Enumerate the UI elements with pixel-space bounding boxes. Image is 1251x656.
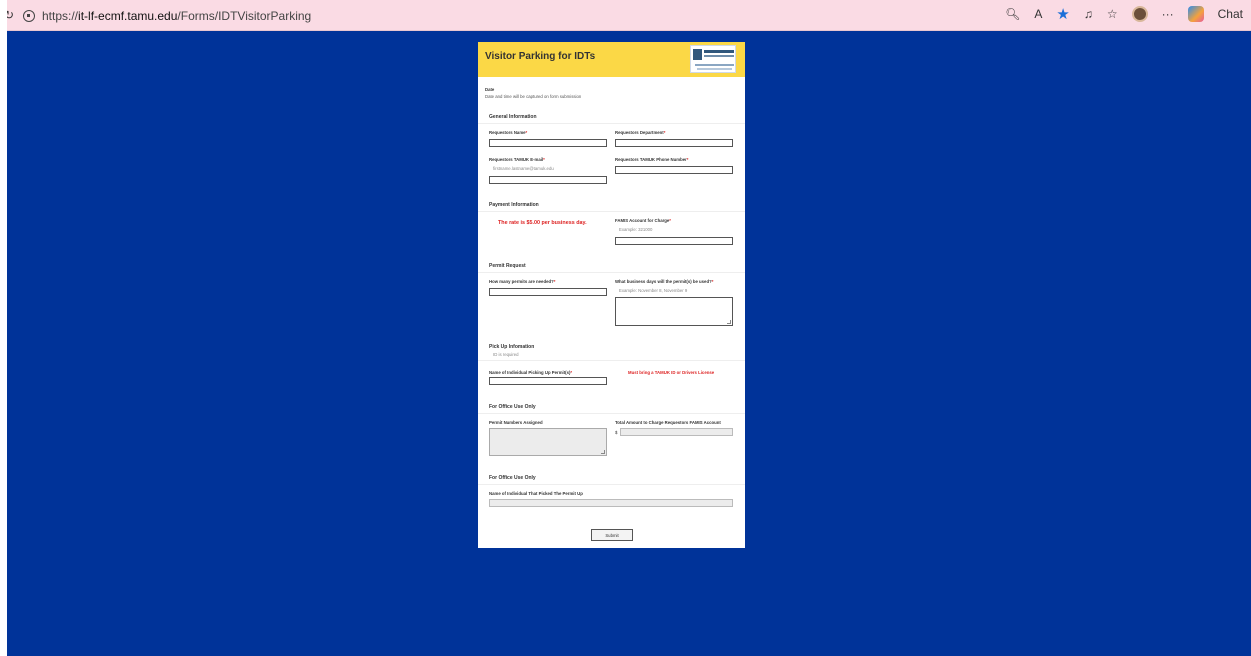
permit-days-hint: Example: November 8, November 9 bbox=[619, 288, 688, 293]
section-office-heading-2: For Office Use Only bbox=[489, 475, 536, 481]
requestor-department-input[interactable] bbox=[615, 139, 733, 147]
permit-days-textarea[interactable] bbox=[615, 297, 733, 326]
university-logo bbox=[690, 45, 736, 73]
famis-account-input[interactable] bbox=[615, 237, 733, 245]
divider bbox=[478, 211, 745, 212]
window-edge bbox=[0, 0, 7, 656]
total-amount-input[interactable] bbox=[620, 428, 733, 436]
extensions-icon[interactable]: ♫ bbox=[1084, 7, 1093, 21]
divider bbox=[478, 272, 745, 273]
currency-symbol: $ bbox=[615, 430, 618, 435]
section-payment-heading: Payment Information bbox=[489, 202, 539, 208]
date-hint: Date and time will be captured on form s… bbox=[485, 94, 582, 99]
famis-account-hint: Example: 321000 bbox=[619, 227, 653, 232]
requestor-email-hint: firstname.lastname@tamuk.edu bbox=[493, 166, 554, 171]
requestor-name-input[interactable] bbox=[489, 139, 607, 147]
address-bar[interactable]: https://it-lf-ecmf.tamu.edu/Forms/IDTVis… bbox=[23, 6, 1033, 26]
permit-days-label: What business days will the permit(s) be… bbox=[615, 279, 714, 284]
section-permit-heading: Permit Request bbox=[489, 263, 526, 269]
divider bbox=[478, 123, 745, 124]
form-header: Visitor Parking for IDTs bbox=[478, 42, 745, 77]
more-options-icon[interactable]: ··· bbox=[1162, 7, 1174, 21]
read-aloud-icon[interactable]: A bbox=[1034, 7, 1042, 21]
form-title: Visitor Parking for IDTs bbox=[485, 51, 596, 62]
site-info-icon[interactable] bbox=[23, 10, 35, 22]
copilot-icon[interactable] bbox=[1187, 6, 1204, 22]
picked-up-by-label: Name of Individual That Picked The Permi… bbox=[489, 491, 583, 496]
permit-count-label: How many permits are needed?* bbox=[489, 279, 556, 284]
requestor-phone-label: Requestors TAMUK Phone Number* bbox=[615, 157, 689, 162]
submit-button[interactable]: Submit bbox=[591, 529, 633, 541]
divider bbox=[478, 413, 745, 414]
rate-notice: The rate is $5.00 per business day. bbox=[498, 220, 587, 226]
url-text: https://it-lf-ecmf.tamu.edu/Forms/IDTVis… bbox=[42, 9, 312, 23]
profile-avatar[interactable] bbox=[1131, 6, 1148, 22]
form-card: Visitor Parking for IDTs Date Date and t… bbox=[478, 42, 745, 548]
permit-numbers-label: Permit Numbers Assigned bbox=[489, 420, 543, 425]
browser-toolbar: ↻ https://it-lf-ecmf.tamu.edu/Forms/IDTV… bbox=[0, 0, 1251, 31]
resize-grip-icon[interactable] bbox=[601, 450, 605, 454]
permit-numbers-textarea[interactable] bbox=[489, 428, 607, 456]
favorite-star-icon[interactable]: ★ bbox=[1056, 5, 1069, 23]
resize-grip-icon[interactable] bbox=[727, 320, 731, 324]
requestor-phone-input[interactable] bbox=[615, 166, 733, 174]
pickup-name-input[interactable] bbox=[489, 377, 607, 385]
section-office-heading: For Office Use Only bbox=[489, 404, 536, 410]
favorites-icon[interactable]: ☆ bbox=[1107, 7, 1118, 21]
famis-account-label: FAMIS Account for Charge* bbox=[615, 218, 671, 223]
requestor-department-label: Requestors Department* bbox=[615, 130, 666, 135]
requestor-email-input[interactable] bbox=[489, 176, 607, 184]
date-label: Date bbox=[485, 87, 495, 92]
pickup-hint: ID is required bbox=[493, 352, 519, 357]
id-requirement-notice: Must bring a TAMUK ID or Drivers License bbox=[628, 370, 715, 375]
chat-label[interactable]: Chat bbox=[1218, 7, 1243, 21]
total-amount-label: Total Amount to Charge Requestors FAMIS … bbox=[615, 420, 721, 425]
picked-up-by-input[interactable] bbox=[489, 499, 733, 507]
permit-count-input[interactable] bbox=[489, 288, 607, 296]
pickup-name-label: Name of Individual Picking Up Permit(s)* bbox=[489, 370, 573, 375]
requestor-email-label: Requestors TAMUK E-mail* bbox=[489, 157, 545, 162]
zoom-icon[interactable]: 🔍︎ bbox=[1005, 7, 1020, 21]
section-pickup-heading: Pick Up Infomation bbox=[489, 344, 535, 350]
divider bbox=[478, 484, 745, 485]
divider bbox=[478, 360, 745, 361]
requestor-name-label: Requestors Name* bbox=[489, 130, 528, 135]
section-general-heading: General Information bbox=[489, 114, 537, 120]
